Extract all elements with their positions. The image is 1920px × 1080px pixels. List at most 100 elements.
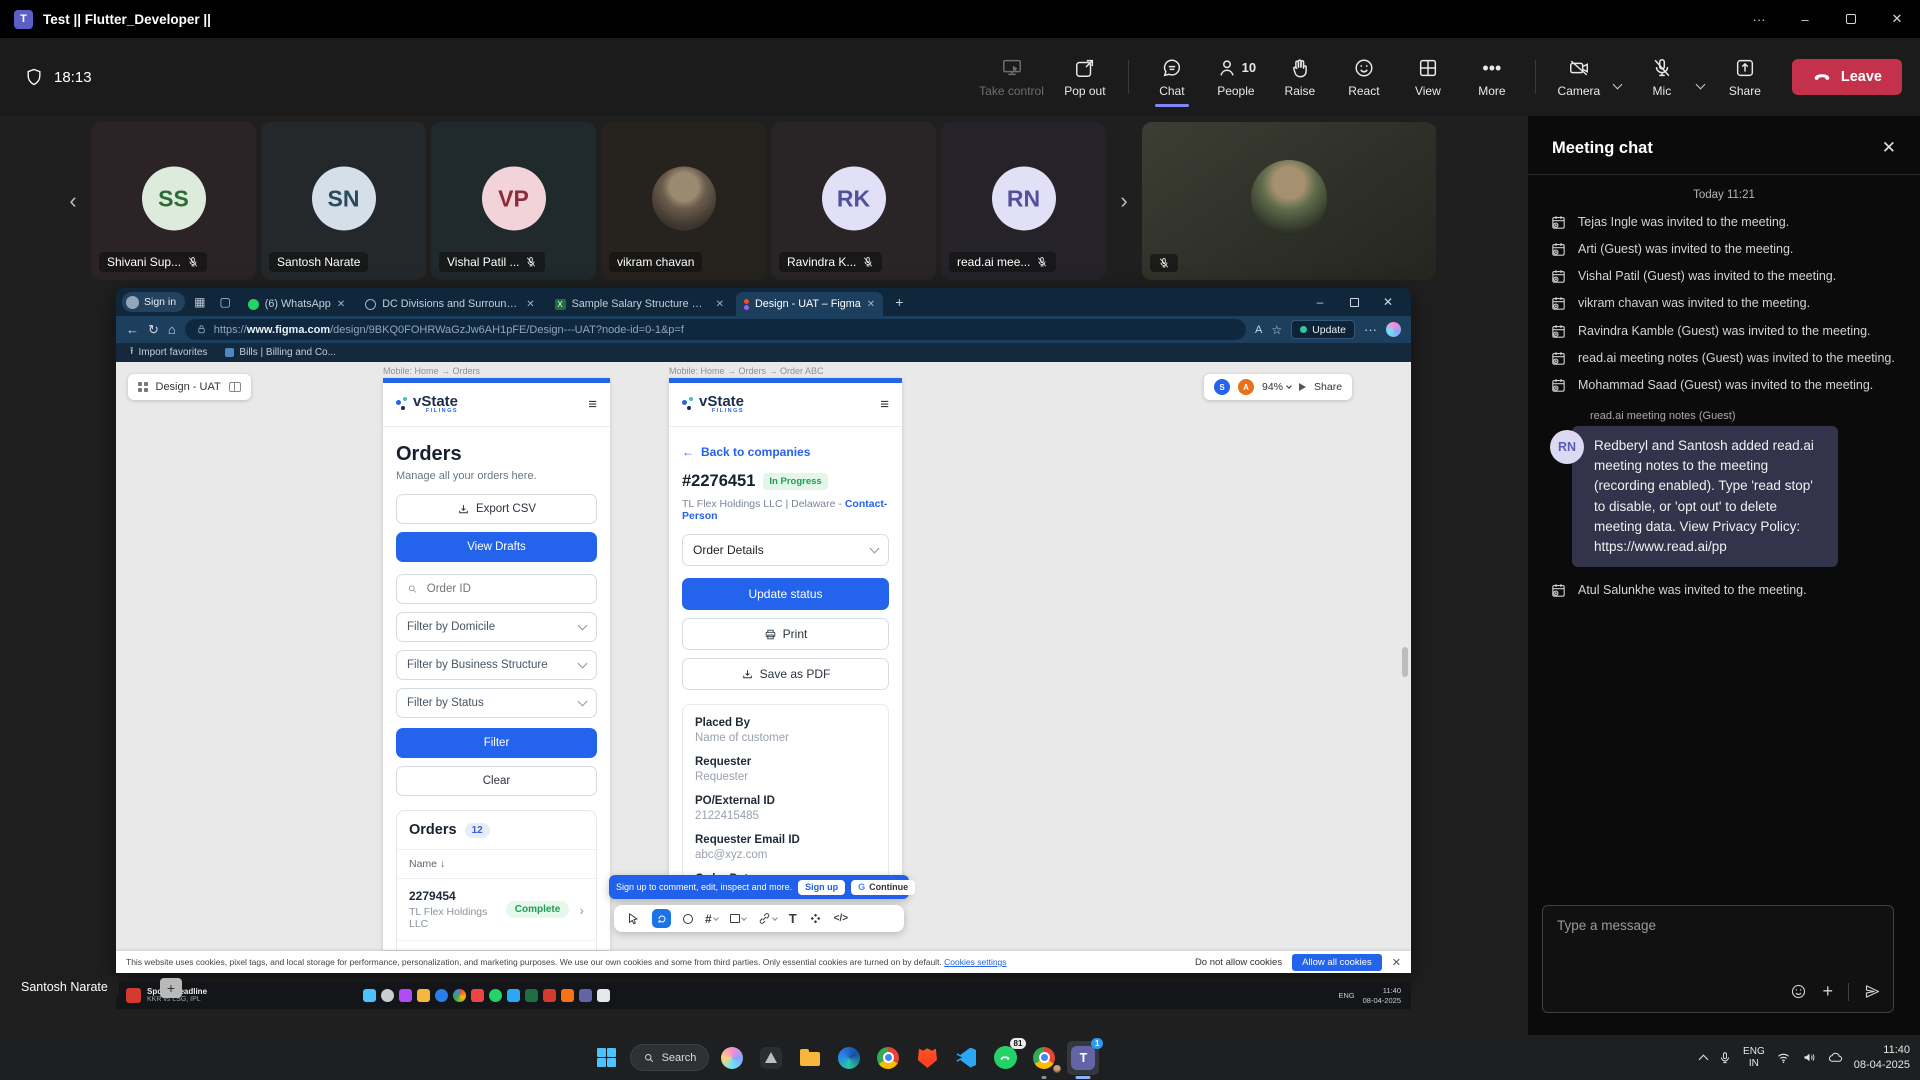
active-tool-icon[interactable] <box>652 909 671 928</box>
strip-scroll-left-button[interactable]: ‹ <box>60 171 86 231</box>
language-indicator[interactable]: ENGIN <box>1743 1046 1765 1070</box>
clock[interactable]: 11:4008-04-2025 <box>1854 1043 1910 1073</box>
mini-app-icon[interactable] <box>597 989 610 1002</box>
mini-search-icon[interactable] <box>381 989 394 1002</box>
camera-button[interactable]: Camera <box>1548 45 1610 109</box>
taskbar-search[interactable]: Search <box>630 1044 710 1071</box>
participant-tile[interactable]: VP Vishal Patil ... <box>431 122 596 280</box>
component-tool-icon[interactable] <box>809 912 822 925</box>
cookie-settings-link[interactable]: Cookies settings <box>944 957 1006 967</box>
chrome-icon[interactable] <box>872 1041 904 1075</box>
favorites-folder-item[interactable]: Bills | Billing and Co... <box>225 347 336 358</box>
share-zoom-plus-button[interactable]: + <box>160 978 182 998</box>
mini-whatsapp-icon[interactable] <box>489 989 502 1002</box>
hamburger-menu-icon[interactable]: ≡ <box>880 396 889 413</box>
view-button[interactable]: View <box>1397 45 1459 109</box>
back-icon[interactable]: ← <box>126 322 139 337</box>
browser-tab-active[interactable]: Design - UAT – Figma✕ <box>736 292 883 316</box>
rectangle-tool-icon[interactable] <box>730 914 746 923</box>
maximize-button[interactable] <box>1828 0 1874 38</box>
figma-doc-chip[interactable]: Design - UAT <box>128 374 251 400</box>
tab-close-icon[interactable]: ✕ <box>867 299 875 310</box>
figma-frame-orders[interactable]: vStateFILINGS ≡ Orders Manage all your o… <box>383 378 610 950</box>
mini-edge-icon[interactable] <box>435 989 448 1002</box>
dark-app-icon[interactable] <box>755 1041 787 1075</box>
order-id-search-field[interactable] <box>396 574 597 604</box>
react-button[interactable]: React <box>1333 45 1395 109</box>
tray-expand-icon[interactable] <box>1699 1055 1709 1065</box>
close-button[interactable]: ✕ <box>1874 0 1920 38</box>
minimize-button[interactable]: – <box>1782 0 1828 38</box>
zoom-select[interactable]: 94% <box>1262 381 1291 393</box>
mini-start-icon[interactable] <box>363 989 376 1002</box>
participant-tile[interactable]: vikram chavan <box>601 122 766 280</box>
frame-label[interactable]: Mobile: Home → Orders <box>383 366 480 376</box>
browser-tab[interactable]: X Sample Salary Structure with calc✕ <box>547 292 732 316</box>
connector-tool-icon[interactable] <box>758 912 777 925</box>
browser-signin-button[interactable]: Sign in <box>122 292 185 312</box>
participant-tile-large[interactable] <box>1142 122 1436 280</box>
import-favorites-item[interactable]: ⭱Import favorites <box>130 344 207 361</box>
whatsapp-icon[interactable]: 81 <box>989 1041 1021 1075</box>
copilot-icon[interactable] <box>1386 322 1401 337</box>
mini-excel-icon[interactable] <box>525 989 538 1002</box>
hamburger-menu-icon[interactable]: ≡ <box>588 396 597 413</box>
back-to-companies-link[interactable]: ←Back to companies <box>682 445 889 459</box>
save-as-pdf-button[interactable]: Save as PDF <box>682 658 889 690</box>
frame-tool-icon[interactable]: # <box>705 912 718 926</box>
browser-more-icon[interactable]: ··· <box>1364 322 1377 337</box>
update-status-button[interactable]: Update status <box>682 578 889 610</box>
figma-canvas[interactable]: Mobile: Home → Orders Mobile: Home → Ord… <box>116 362 1411 973</box>
read-aloud-icon[interactable]: A <box>1255 324 1262 336</box>
filter-status-select[interactable]: Filter by Status <box>396 688 597 718</box>
participant-tile[interactable]: RN read.ai mee... <box>941 122 1106 280</box>
filter-domicile-select[interactable]: Filter by Domicile <box>396 612 597 642</box>
browser-update-button[interactable]: Update <box>1291 320 1355 339</box>
tray-mic-icon[interactable] <box>1718 1051 1732 1065</box>
mini-vscode-icon[interactable] <box>507 989 520 1002</box>
mini-folder-icon[interactable] <box>417 989 430 1002</box>
favorites-star-icon[interactable]: ☆ <box>1271 323 1282 337</box>
vscode-icon[interactable] <box>950 1041 982 1075</box>
teams-taskbar-icon[interactable]: T 1 <box>1067 1041 1099 1075</box>
brave-icon[interactable] <box>911 1041 943 1075</box>
leave-button[interactable]: Leave <box>1792 59 1902 95</box>
mini-app-icon[interactable] <box>399 989 412 1002</box>
emoji-icon[interactable] <box>1790 983 1807 1000</box>
clear-button[interactable]: Clear <box>396 766 597 796</box>
browser-tab[interactable]: (6) WhatsApp✕ <box>240 292 353 316</box>
collaborator-avatar[interactable]: A <box>1238 379 1254 395</box>
camera-options-chevron[interactable] <box>1608 71 1627 97</box>
mic-button[interactable]: Mic <box>1631 45 1693 109</box>
move-tool-icon[interactable] <box>626 912 640 926</box>
tab-close-icon[interactable]: ✕ <box>337 299 345 310</box>
figma-menu-icon[interactable] <box>138 382 148 392</box>
allow-cookies-button[interactable]: Allow all cookies <box>1292 954 1382 971</box>
people-button[interactable]: 10 People <box>1205 45 1267 109</box>
address-field[interactable]: https://www.figma.com/design/9BKQ0FOHRWa… <box>185 319 1246 340</box>
chat-button[interactable]: Chat <box>1141 45 1203 109</box>
window-menu-icon[interactable]: ··· <box>1736 0 1782 38</box>
edge-icon[interactable] <box>833 1041 865 1075</box>
filter-business-structure-select[interactable]: Filter by Business Structure <box>396 650 597 680</box>
mic-options-chevron[interactable] <box>1691 71 1710 97</box>
print-button[interactable]: Print <box>682 618 889 650</box>
google-continue-button[interactable]: GContinue <box>851 880 915 895</box>
mini-teams-icon[interactable] <box>579 989 592 1002</box>
wifi-icon[interactable] <box>1776 1050 1791 1065</box>
mini-chrome-icon[interactable] <box>453 989 466 1002</box>
name-column-header[interactable]: Name ↓ <box>397 850 596 879</box>
shape-tool-icon[interactable] <box>683 914 693 924</box>
frame-label[interactable]: Mobile: Home → Orders → Order ABC <box>669 366 824 376</box>
mini-app-icon[interactable] <box>543 989 556 1002</box>
mini-app-icon[interactable] <box>561 989 574 1002</box>
volume-icon[interactable] <box>1802 1050 1817 1065</box>
sign-up-button[interactable]: Sign up <box>798 880 845 895</box>
chat-input-box[interactable]: + <box>1542 905 1894 1013</box>
filter-button[interactable]: Filter <box>396 728 597 758</box>
code-tool-icon[interactable]: </> <box>834 913 848 924</box>
strip-scroll-right-button[interactable]: › <box>1111 171 1137 231</box>
tab-close-icon[interactable]: ✕ <box>716 299 724 310</box>
start-button[interactable] <box>591 1041 623 1075</box>
view-drafts-button[interactable]: View Drafts <box>396 532 597 562</box>
